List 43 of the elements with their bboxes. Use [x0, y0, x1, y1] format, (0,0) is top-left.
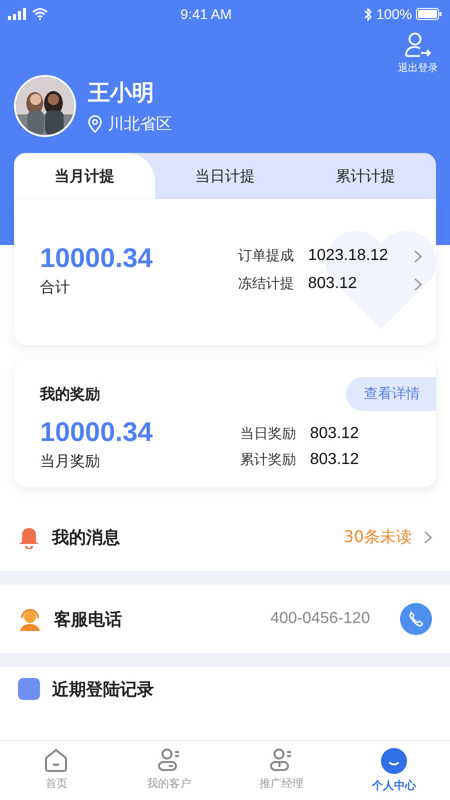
smile-icon — [380, 747, 408, 775]
rewards-amount: 10000.34 — [40, 417, 154, 448]
stat-label: 订单提成 — [238, 247, 294, 265]
signal-icon — [8, 8, 28, 20]
chevron-icon — [424, 530, 432, 544]
battery-percent: 100% — [376, 6, 412, 22]
location-pin-icon — [88, 115, 102, 133]
rewards-title: 我的奖励 — [40, 384, 100, 404]
menu-row[interactable]: 客服电话 400-0456-120 — [0, 585, 450, 653]
call-button[interactable] — [400, 603, 432, 635]
stat-label: 冻结计提 — [238, 275, 294, 293]
logout-icon — [404, 32, 432, 58]
user-name: 王小明 — [88, 80, 155, 108]
home-icon — [43, 747, 70, 773]
unread-count: 30条未读 — [344, 526, 412, 548]
status-time: 9:41 AM — [180, 6, 232, 22]
total-amount: 10000.34 — [40, 243, 154, 274]
rewards-label: 当月奖励 — [40, 452, 101, 471]
reward-value: 803.12 — [310, 425, 360, 443]
menu-row[interactable]: 近期登陆记录 — [0, 667, 450, 711]
tab[interactable]: 累计计提 — [295, 153, 436, 199]
region-label: 川北省区 — [108, 114, 172, 134]
nav-tab[interactable]: 个人中心 — [338, 741, 450, 800]
reward-value: 803.12 — [310, 451, 360, 469]
reward-label: 当日奖励 — [240, 425, 296, 443]
phone-icon — [408, 611, 424, 627]
phone-number: 400-0456-120 — [270, 610, 370, 628]
battery-icon — [416, 8, 442, 20]
stat-value: 803.12 — [308, 275, 358, 293]
chevron-icon — [414, 278, 422, 290]
tab[interactable]: 当月计提 — [14, 153, 155, 199]
wifi-icon — [32, 8, 48, 20]
stat-value: 1023.18.12 — [308, 247, 390, 265]
chevron-icon — [414, 250, 422, 262]
total-label: 合计 — [40, 278, 71, 297]
logout-button[interactable]: 退出登录 — [394, 28, 442, 79]
bell-icon — [18, 525, 40, 549]
menu-row[interactable]: 我的消息 30条未读 — [0, 503, 450, 571]
user-icon — [156, 747, 182, 773]
reward-label: 累计奖励 — [240, 451, 296, 469]
tab[interactable]: 当日计提 — [154, 153, 296, 199]
headset-icon — [18, 607, 42, 631]
bluetooth-icon — [364, 8, 372, 20]
